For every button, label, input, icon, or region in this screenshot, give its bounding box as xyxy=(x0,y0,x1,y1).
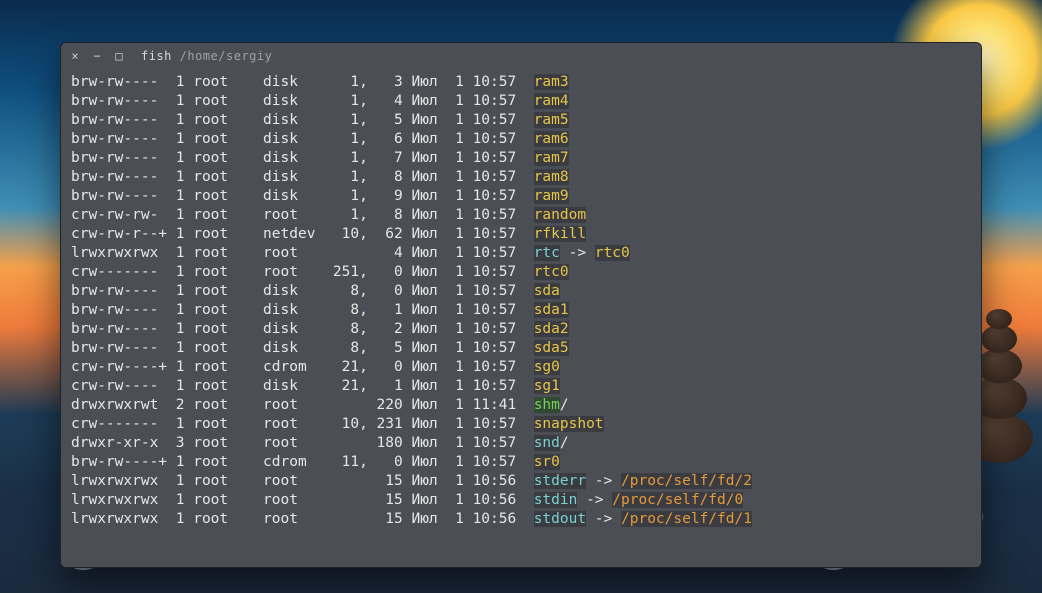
row-filename: sg1 xyxy=(534,378,560,394)
list-row: crw------- 1 root root 10, 231 Июл 1 10:… xyxy=(71,415,971,434)
list-row: brw-rw---- 1 root disk 1, 5 Июл 1 10:57 … xyxy=(71,111,971,130)
row-meta: brw-rw---- 1 root disk 8, 0 Июл 1 10:57 xyxy=(71,283,534,299)
list-row: brw-rw---- 1 root disk 8, 5 Июл 1 10:57 … xyxy=(71,339,971,358)
row-meta: drwxrwxrwt 2 root root 220 Июл 1 11:41 xyxy=(71,397,534,413)
list-row: brw-rw---- 1 root disk 1, 9 Июл 1 10:57 … xyxy=(71,187,971,206)
list-row: lrwxrwxrwx 1 root root 15 Июл 1 10:56 st… xyxy=(71,472,971,491)
row-filename: ram9 xyxy=(534,188,569,204)
row-filename: stdin xyxy=(534,492,578,508)
row-meta: brw-rw---- 1 root disk 8, 5 Июл 1 10:57 xyxy=(71,340,534,356)
row-meta: crw------- 1 root root 251, 0 Июл 1 10:5… xyxy=(71,264,534,280)
row-filename: sda2 xyxy=(534,321,569,337)
row-meta: brw-rw---- 1 root disk 1, 9 Июл 1 10:57 xyxy=(71,188,534,204)
row-filename: rtc0 xyxy=(534,264,569,280)
row-meta: crw-rw---- 1 root disk 21, 1 Июл 1 10:57 xyxy=(71,378,534,394)
row-meta: crw-rw-rw- 1 root root 1, 8 Июл 1 10:57 xyxy=(71,207,534,223)
row-meta: brw-rw---- 1 root disk 1, 5 Июл 1 10:57 xyxy=(71,112,534,128)
symlink-arrow-icon: -> xyxy=(586,511,621,527)
minimize-icon[interactable]: − xyxy=(91,49,103,63)
list-row: brw-rw---- 1 root disk 8, 2 Июл 1 10:57 … xyxy=(71,320,971,339)
list-row: crw-rw-r--+ 1 root netdev 10, 62 Июл 1 1… xyxy=(71,225,971,244)
row-filename: shm xyxy=(534,397,560,413)
list-row: brw-rw---- 1 root disk 1, 4 Июл 1 10:57 … xyxy=(71,92,971,111)
list-row: lrwxrwxrwx 1 root root 4 Июл 1 10:57 rtc… xyxy=(71,244,971,263)
symlink-target: /proc/self/fd/2 xyxy=(621,473,752,489)
row-meta: crw-rw----+ 1 root cdrom 21, 0 Июл 1 10:… xyxy=(71,359,534,375)
close-icon[interactable]: × xyxy=(69,49,81,63)
row-meta: brw-rw---- 1 root disk 8, 2 Июл 1 10:57 xyxy=(71,321,534,337)
row-meta: brw-rw---- 1 root disk 8, 1 Июл 1 10:57 xyxy=(71,302,534,318)
symlink-arrow-icon: -> xyxy=(577,492,612,508)
window-title: fish /home/sergiy xyxy=(141,49,272,63)
symlink-target: /proc/self/fd/1 xyxy=(621,511,752,527)
symlink-arrow-icon: -> xyxy=(560,245,595,261)
row-filename: sda5 xyxy=(534,340,569,356)
row-filename: random xyxy=(534,207,586,223)
row-meta: brw-rw---- 1 root disk 1, 6 Июл 1 10:57 xyxy=(71,131,534,147)
row-meta: lrwxrwxrwx 1 root root 4 Июл 1 10:57 xyxy=(71,245,534,261)
row-filename: stderr xyxy=(534,473,586,489)
list-row: brw-rw---- 1 root disk 1, 3 Июл 1 10:57 … xyxy=(71,73,971,92)
row-suffix: / xyxy=(560,435,569,451)
row-filename: ram7 xyxy=(534,150,569,166)
list-row: drwxrwxrwt 2 root root 220 Июл 1 11:41 s… xyxy=(71,396,971,415)
row-filename: rfkill xyxy=(534,226,586,242)
symlink-target: rtc0 xyxy=(595,245,630,261)
row-filename: sda xyxy=(534,283,560,299)
symlink-target: /proc/self/fd/0 xyxy=(612,492,743,508)
symlink-arrow-icon: -> xyxy=(586,473,621,489)
row-filename: sda1 xyxy=(534,302,569,318)
row-filename: stdout xyxy=(534,511,586,527)
row-filename: sr0 xyxy=(534,454,560,470)
row-filename: snd xyxy=(534,435,560,451)
row-meta: brw-rw---- 1 root disk 1, 4 Июл 1 10:57 xyxy=(71,93,534,109)
row-meta: drwxr-xr-x 3 root root 180 Июл 1 10:57 xyxy=(71,435,534,451)
row-filename: ram5 xyxy=(534,112,569,128)
row-meta: brw-rw---- 1 root disk 1, 7 Июл 1 10:57 xyxy=(71,150,534,166)
row-meta: crw-rw-r--+ 1 root netdev 10, 62 Июл 1 1… xyxy=(71,226,534,242)
list-row: drwxr-xr-x 3 root root 180 Июл 1 10:57 s… xyxy=(71,434,971,453)
title-path: /home/sergiy xyxy=(180,49,273,63)
row-meta: crw------- 1 root root 10, 231 Июл 1 10:… xyxy=(71,416,534,432)
list-row: crw-rw---- 1 root disk 21, 1 Июл 1 10:57… xyxy=(71,377,971,396)
list-row: brw-rw---- 1 root disk 8, 0 Июл 1 10:57 … xyxy=(71,282,971,301)
row-filename: ram3 xyxy=(534,74,569,90)
title-app: fish xyxy=(141,49,172,63)
maximize-icon[interactable]: □ xyxy=(113,49,125,63)
list-row: crw-rw----+ 1 root cdrom 21, 0 Июл 1 10:… xyxy=(71,358,971,377)
list-row: brw-rw---- 1 root disk 8, 1 Июл 1 10:57 … xyxy=(71,301,971,320)
row-filename: ram4 xyxy=(534,93,569,109)
row-meta: brw-rw---- 1 root disk 1, 3 Июл 1 10:57 xyxy=(71,74,534,90)
row-meta: lrwxrwxrwx 1 root root 15 Июл 1 10:56 xyxy=(71,492,534,508)
row-filename: ram8 xyxy=(534,169,569,185)
row-meta: brw-rw---- 1 root disk 1, 8 Июл 1 10:57 xyxy=(71,169,534,185)
row-filename: sg0 xyxy=(534,359,560,375)
row-filename: snapshot xyxy=(534,416,604,432)
list-row: brw-rw---- 1 root disk 1, 7 Июл 1 10:57 … xyxy=(71,149,971,168)
row-meta: lrwxrwxrwx 1 root root 15 Июл 1 10:56 xyxy=(71,473,534,489)
list-row: lrwxrwxrwx 1 root root 15 Июл 1 10:56 st… xyxy=(71,510,971,529)
list-row: brw-rw---- 1 root disk 1, 6 Июл 1 10:57 … xyxy=(71,130,971,149)
row-filename: ram6 xyxy=(534,131,569,147)
terminal-body[interactable]: brw-rw---- 1 root disk 1, 3 Июл 1 10:57 … xyxy=(61,69,981,567)
terminal-window[interactable]: × − □ fish /home/sergiy brw-rw---- 1 roo… xyxy=(60,42,982,568)
row-meta: brw-rw----+ 1 root cdrom 11, 0 Июл 1 10:… xyxy=(71,454,534,470)
window-titlebar[interactable]: × − □ fish /home/sergiy xyxy=(61,43,981,69)
list-row: brw-rw----+ 1 root cdrom 11, 0 Июл 1 10:… xyxy=(71,453,971,472)
list-row: crw------- 1 root root 251, 0 Июл 1 10:5… xyxy=(71,263,971,282)
list-row: brw-rw---- 1 root disk 1, 8 Июл 1 10:57 … xyxy=(71,168,971,187)
row-meta: lrwxrwxrwx 1 root root 15 Июл 1 10:56 xyxy=(71,511,534,527)
list-row: lrwxrwxrwx 1 root root 15 Июл 1 10:56 st… xyxy=(71,491,971,510)
row-filename: rtc xyxy=(534,245,560,261)
list-row: crw-rw-rw- 1 root root 1, 8 Июл 1 10:57 … xyxy=(71,206,971,225)
row-suffix: / xyxy=(560,397,569,413)
